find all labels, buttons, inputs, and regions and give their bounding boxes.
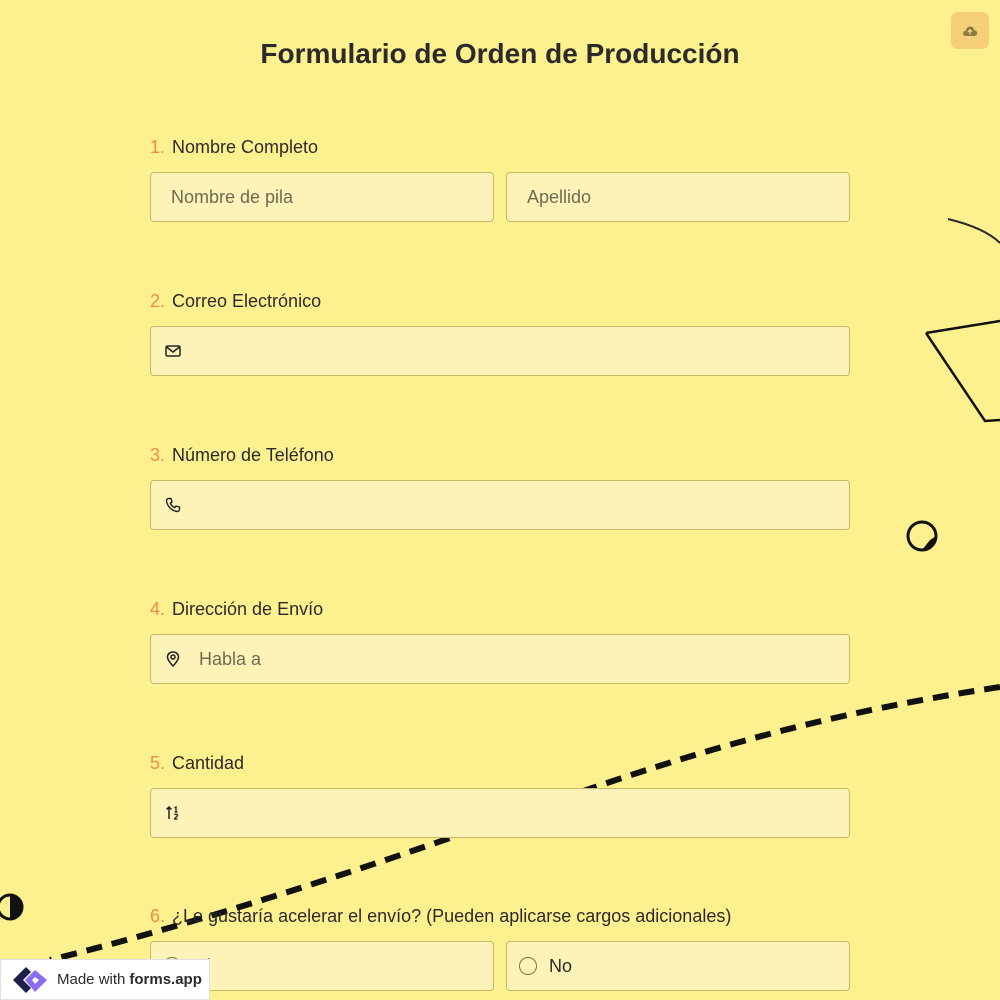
question-text: Número de Teléfono [172,445,334,465]
first-name-input[interactable]: Nombre de pila [150,172,494,222]
radio-option-no[interactable]: No [506,941,850,991]
question-number: 6. [150,906,166,926]
map-pin-icon [165,651,181,667]
question-number: 4. [150,599,166,619]
radio-label: No [549,955,573,976]
question-number: 3. [150,445,166,465]
quantity-field[interactable] [150,788,850,838]
question-text: Dirección de Envío [172,599,324,619]
last-name-input[interactable]: Apellido [506,172,850,222]
question-label: 5. Cantidad [150,752,850,774]
question-text: Cantidad [172,753,245,773]
question-label: 4. Dirección de Envío [150,598,850,620]
address-field[interactable]: Habla a [150,634,850,684]
question-shipping-address: 4. Dirección de Envío Habla a [150,598,850,684]
question-full-name: 1. Nombre Completo Nombre de pila Apellid… [150,136,850,222]
number-sort-icon [165,805,181,821]
question-label: 6. ¿Le gustaría acelerar el envío? (Puede… [150,905,850,927]
cloud-upload-icon [962,25,978,36]
page-title: Formulario de Orden de Producción [260,38,740,69]
first-name-placeholder: Nombre de pila [171,186,294,207]
question-text: Correo Electrónico [172,291,322,311]
email-field[interactable] [150,326,850,376]
made-with-text: Made with [57,971,126,988]
save-progress-button[interactable] [951,12,989,49]
last-name-placeholder: Apellido [527,186,592,207]
question-label: 1. Nombre Completo [150,136,850,158]
question-number: 2. [150,291,166,311]
question-expedite-shipping: 6. ¿Le gustaría acelerar el envío? (Puede… [150,905,850,991]
brand-name: forms.app [129,971,202,988]
forms-app-logo-icon [11,965,49,995]
question-phone: 3. Número de Teléfono [150,444,850,530]
mail-icon [165,343,181,359]
phone-field[interactable] [150,480,850,530]
address-placeholder: Habla a [199,648,262,669]
question-number: 1. [150,137,166,157]
question-quantity: 5. Cantidad [150,752,850,838]
question-label: 3. Número de Teléfono [150,444,850,466]
question-number: 5. [150,753,166,773]
question-email: 2. Correo Electrónico [150,290,850,376]
made-with-badge[interactable]: Made with forms.app [0,959,210,1000]
question-label: 2. Correo Electrónico [150,290,850,312]
question-text: Nombre Completo [172,137,319,157]
phone-icon [165,497,181,513]
question-text: ¿Le gustaría acelerar el envío? (Pueden … [172,906,732,926]
radio-circle[interactable] [519,957,537,975]
